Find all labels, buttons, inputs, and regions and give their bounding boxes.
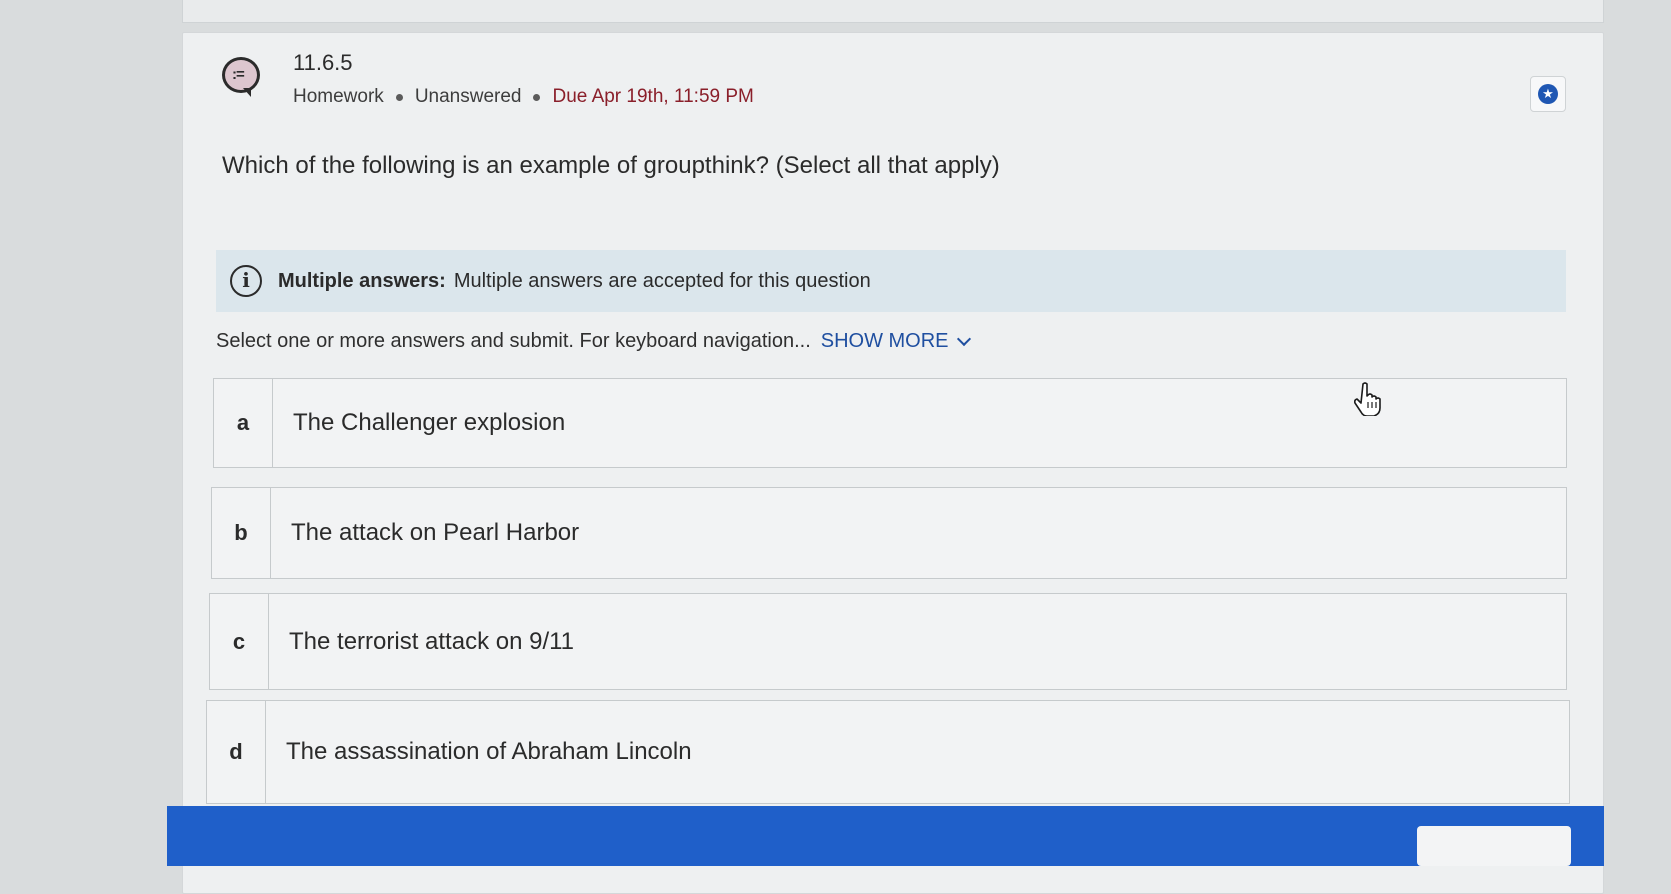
instructions: Select one or more answers and submit. F… [216, 330, 971, 353]
answer-option-d[interactable]: d The assassination of Abraham Lincoln [206, 700, 1570, 804]
due-date: Due Apr 19th, 11:59 PM [552, 86, 754, 107]
chevron-down-icon [956, 331, 971, 347]
info-icon: i [230, 265, 262, 297]
answer-option-b[interactable]: b The attack on Pearl Harbor [211, 487, 1567, 579]
submit-bar [167, 806, 1604, 866]
option-text: The attack on Pearl Harbor [291, 519, 580, 546]
question-number: 11.6.5 [293, 50, 353, 75]
question-prompt: Which of the following is an example of … [222, 152, 1000, 179]
option-text: The Challenger explosion [293, 409, 566, 436]
bookmark-button[interactable]: ★ [1530, 76, 1566, 112]
info-banner: i Multiple answers: Multiple answers are … [216, 250, 1566, 312]
info-text: Multiple answers: Multiple answers are ac… [278, 270, 871, 293]
info-label: Multiple answers: [278, 269, 446, 292]
option-text: The assassination of Abraham Lincoln [286, 738, 692, 765]
question-type: Homework [293, 86, 384, 107]
submit-button[interactable] [1417, 826, 1571, 866]
show-more-link[interactable]: SHOW MORE [820, 330, 971, 353]
info-message: Multiple answers are accepted for this q… [453, 269, 871, 292]
option-letter: d [207, 701, 266, 803]
option-text: The terrorist attack on 9/11 [289, 627, 575, 655]
question-list-icon: := [222, 57, 260, 97]
hand-pointer-icon [1354, 382, 1381, 416]
answer-option-c[interactable]: c The terrorist attack on 9/11 [209, 593, 1567, 690]
question-meta: Homework Unanswered Due Apr 19th, 11:59 … [293, 86, 754, 108]
option-letter: c [210, 594, 269, 689]
show-more-label: SHOW MORE [820, 330, 949, 352]
option-letter: b [212, 488, 271, 578]
instructions-text: Select one or more answers and submit. F… [216, 330, 811, 352]
star-bookmark-icon: ★ [1538, 84, 1558, 104]
separator-dot [395, 93, 403, 101]
question-status: Unanswered [414, 86, 522, 107]
option-letter: a [214, 379, 273, 467]
previous-card [182, 0, 1604, 23]
separator-dot [533, 93, 541, 101]
